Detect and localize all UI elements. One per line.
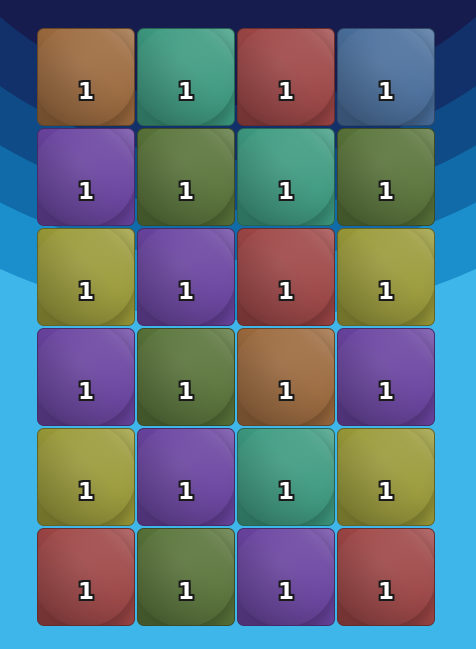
- tile-shade: [238, 529, 334, 625]
- tile-value: 1: [277, 479, 294, 505]
- tile-orange[interactable]: 1: [237, 328, 335, 426]
- tile-teal[interactable]: 1: [237, 428, 335, 526]
- tile-red[interactable]: 1: [237, 28, 335, 126]
- tile-shade: [338, 129, 434, 225]
- tile-shade: [138, 429, 234, 525]
- tile-shade: [38, 129, 134, 225]
- tile-shade: [338, 329, 434, 425]
- tile-shade: [238, 229, 334, 325]
- tile-value: 1: [177, 279, 194, 305]
- tile-value: 1: [177, 179, 194, 205]
- tile-yellow[interactable]: 1: [337, 428, 435, 526]
- tile-purple[interactable]: 1: [37, 128, 135, 226]
- tile-shade: [38, 529, 134, 625]
- tile-shade: [138, 229, 234, 325]
- tile-shade: [38, 429, 134, 525]
- tile-value: 1: [277, 179, 294, 205]
- tile-shade: [38, 329, 134, 425]
- tile-purple[interactable]: 1: [137, 228, 235, 326]
- tile-value: 1: [77, 579, 94, 605]
- tile-purple[interactable]: 1: [237, 528, 335, 626]
- tile-shade: [138, 329, 234, 425]
- tile-value: 1: [77, 79, 94, 105]
- tile-teal[interactable]: 1: [237, 128, 335, 226]
- tile-value: 1: [277, 79, 294, 105]
- tile-shade: [38, 29, 134, 125]
- tile-green[interactable]: 1: [137, 328, 235, 426]
- tile-shade: [238, 29, 334, 125]
- tile-value: 1: [377, 79, 394, 105]
- tile-shade: [238, 129, 334, 225]
- tile-red[interactable]: 1: [237, 228, 335, 326]
- tile-value: 1: [277, 279, 294, 305]
- tile-value: 1: [177, 379, 194, 405]
- tile-value: 1: [177, 79, 194, 105]
- tile-shade: [338, 529, 434, 625]
- tile-yellow[interactable]: 1: [37, 428, 135, 526]
- tile-value: 1: [377, 279, 394, 305]
- tile-purple[interactable]: 1: [137, 428, 235, 526]
- tile-shade: [338, 429, 434, 525]
- tile-shade: [238, 329, 334, 425]
- tile-purple[interactable]: 1: [337, 328, 435, 426]
- tile-value: 1: [77, 379, 94, 405]
- tile-blue[interactable]: 1: [337, 28, 435, 126]
- tile-green[interactable]: 1: [137, 528, 235, 626]
- tile-value: 1: [77, 279, 94, 305]
- tile-value: 1: [177, 479, 194, 505]
- tile-value: 1: [77, 479, 94, 505]
- tile-green[interactable]: 1: [337, 128, 435, 226]
- tile-value: 1: [377, 479, 394, 505]
- tile-shade: [138, 129, 234, 225]
- tile-shade: [238, 429, 334, 525]
- tile-yellow[interactable]: 1: [337, 228, 435, 326]
- tile-shade: [138, 29, 234, 125]
- tile-orange[interactable]: 1: [37, 28, 135, 126]
- tile-shade: [138, 529, 234, 625]
- tile-value: 1: [177, 579, 194, 605]
- tile-shade: [338, 229, 434, 325]
- tile-value: 1: [377, 179, 394, 205]
- tile-value: 1: [277, 579, 294, 605]
- tile-red[interactable]: 1: [337, 528, 435, 626]
- tile-shade: [338, 29, 434, 125]
- tile-purple[interactable]: 1: [37, 328, 135, 426]
- tile-shade: [38, 229, 134, 325]
- tile-red[interactable]: 1: [37, 528, 135, 626]
- game-board: 1 1 1 1 1 1 1 1 1 1 1 1 1 1 1 1 1 1 1 1 1 1 1 1: [37, 28, 435, 626]
- tile-value: 1: [77, 179, 94, 205]
- tile-green[interactable]: 1: [137, 128, 235, 226]
- tile-value: 1: [377, 579, 394, 605]
- tile-value: 1: [277, 379, 294, 405]
- tile-value: 1: [377, 379, 394, 405]
- tile-yellow[interactable]: 1: [37, 228, 135, 326]
- tile-teal[interactable]: 1: [137, 28, 235, 126]
